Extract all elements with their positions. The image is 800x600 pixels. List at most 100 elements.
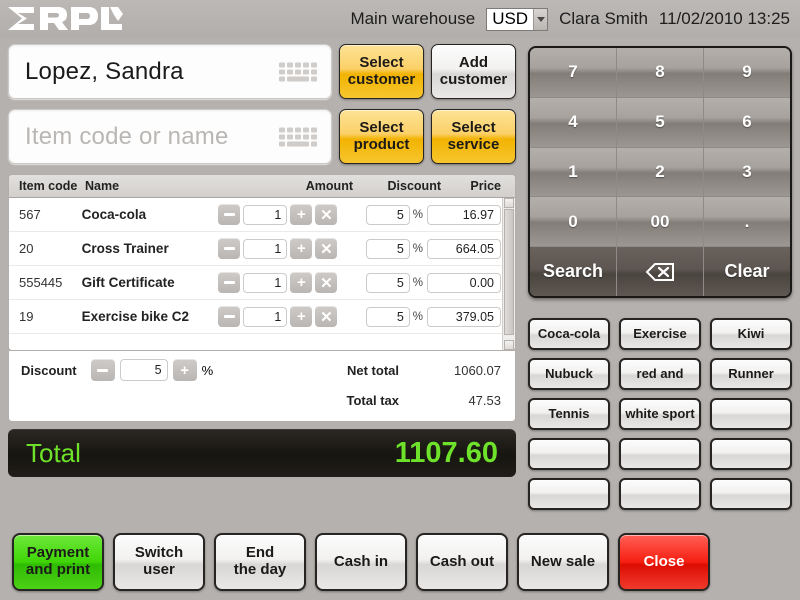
quick-button-empty[interactable] <box>619 438 701 470</box>
item-search-placeholder: Item code or name <box>25 122 229 150</box>
row-price-input[interactable]: 16.97 <box>427 204 501 225</box>
quick-button-empty[interactable] <box>710 478 792 510</box>
cell-name: Coca-cola <box>81 207 147 222</box>
increase-amount-button[interactable]: + <box>290 306 313 327</box>
cash-in-button[interactable]: Cash in <box>315 533 407 591</box>
table-row[interactable]: 567 Coca-cola 1 + ✕ 5% 16.97 <box>9 198 515 232</box>
quick-button-white-sport[interactable]: white sport <box>619 398 701 430</box>
keypad-key-9[interactable]: 9 <box>704 48 790 97</box>
row-percent-symbol: % <box>412 310 423 323</box>
increase-amount-button[interactable]: + <box>290 238 313 259</box>
table-row[interactable]: 20 Cross Trainer 1 + ✕ 5% 664.05 <box>9 232 515 266</box>
discount-input[interactable]: 5 <box>119 359 168 381</box>
customer-input[interactable]: Lopez, Sandra <box>8 44 332 99</box>
keypad-key-2[interactable]: 2 <box>617 147 703 197</box>
decrease-amount-button[interactable] <box>218 238 241 259</box>
chevron-down-icon[interactable] <box>533 8 548 30</box>
increase-amount-button[interactable]: + <box>290 272 313 293</box>
keyboard-icon[interactable] <box>279 62 317 81</box>
decrease-amount-button[interactable] <box>218 204 241 225</box>
decrease-amount-button[interactable] <box>218 306 241 327</box>
amount-input[interactable]: 1 <box>243 204 288 225</box>
amount-input[interactable]: 1 <box>243 238 288 259</box>
quick-button-kiwi[interactable]: Kiwi <box>710 318 792 350</box>
keypad-clear-button[interactable]: Clear <box>704 247 790 296</box>
scroll-down-cap[interactable] <box>504 340 514 350</box>
keypad-key-00[interactable]: 00 <box>617 197 703 247</box>
cell-name: Cross Trainer <box>81 241 169 256</box>
amount-stepper: 1 + ✕ <box>218 238 341 259</box>
select-product-button[interactable]: Select product <box>339 109 424 164</box>
quick-button-empty[interactable] <box>619 478 701 510</box>
keypad-key-4[interactable]: 4 <box>530 97 616 147</box>
discount-stepper: 5 + % <box>90 359 213 381</box>
remove-row-button[interactable]: ✕ <box>315 306 338 327</box>
amount-input[interactable]: 1 <box>243 272 288 293</box>
quick-button-tennis[interactable]: Tennis <box>528 398 610 430</box>
column-header-name: Name <box>85 179 120 193</box>
increase-amount-button[interactable]: + <box>290 204 313 225</box>
row-discount-input[interactable]: 5 <box>365 306 410 327</box>
quick-button-empty[interactable] <box>528 438 610 470</box>
payment-and-print-button[interactable]: Payment and print <box>12 533 104 591</box>
quick-button-nubuck[interactable]: Nubuck <box>528 358 610 390</box>
cash-out-button[interactable]: Cash out <box>416 533 508 591</box>
datetime-label: 11/02/2010 13:25 <box>658 9 790 28</box>
quick-button-runner[interactable]: Runner <box>710 358 792 390</box>
row-discount-input[interactable]: 5 <box>365 238 410 259</box>
keypad-key-5[interactable]: 5 <box>617 97 703 147</box>
quick-button-empty[interactable] <box>710 438 792 470</box>
net-total-value: 1060.07 <box>454 362 501 378</box>
remove-row-button[interactable]: ✕ <box>315 238 338 259</box>
quick-button-empty[interactable] <box>528 478 610 510</box>
currency-select[interactable]: USD <box>486 7 549 31</box>
row-discount: 5% <box>341 306 427 327</box>
keypad-key-0[interactable]: 0 <box>530 197 616 247</box>
discount-decrease-button[interactable] <box>90 359 115 381</box>
keyboard-icon[interactable] <box>279 127 317 146</box>
backspace-icon[interactable] <box>617 247 703 296</box>
quick-button-empty[interactable] <box>710 398 792 430</box>
quick-button-coca-cola[interactable]: Coca-cola <box>528 318 610 350</box>
customer-input-value: Lopez, Sandra <box>25 57 184 85</box>
row-price-input[interactable]: 664.05 <box>427 238 501 259</box>
keypad-key-3[interactable]: 3 <box>704 147 790 197</box>
amount-input[interactable]: 1 <box>243 306 288 327</box>
remove-row-button[interactable]: ✕ <box>315 272 338 293</box>
items-table: Item code Name Amount Discount Price 567… <box>8 174 516 351</box>
quick-button-red-and[interactable]: red and <box>619 358 701 390</box>
item-search-input[interactable]: Item code or name <box>8 109 332 164</box>
table-row[interactable]: 555445 Gift Certificate 1 + ✕ 5% 0.00 <box>9 266 515 300</box>
action-bar: Payment and print Switch user End the day C… <box>12 533 788 593</box>
remove-row-button[interactable]: ✕ <box>315 204 338 225</box>
new-sale-button[interactable]: New sale <box>517 533 609 591</box>
totals-panel: Discount 5 + % Net total 1060.07 Total t… <box>8 351 516 422</box>
keypad-key-1[interactable]: 1 <box>530 147 616 197</box>
row-price-input[interactable]: 379.05 <box>427 306 501 327</box>
scroll-thumb[interactable] <box>504 209 514 335</box>
keypad-key-dot[interactable]: . <box>704 197 790 247</box>
add-customer-button[interactable]: Add customer <box>431 44 516 99</box>
row-discount-input[interactable]: 5 <box>365 272 410 293</box>
amount-stepper: 1 + ✕ <box>218 272 341 293</box>
switch-user-button[interactable]: Switch user <box>113 533 205 591</box>
table-row[interactable]: 19 Exercise bike C2 1 + ✕ 5% 379.05 <box>9 300 515 334</box>
row-percent-symbol: % <box>412 208 423 221</box>
row-price-input[interactable]: 0.00 <box>427 272 501 293</box>
scroll-up-cap[interactable] <box>504 198 514 208</box>
select-service-button[interactable]: Select service <box>431 109 516 164</box>
decrease-amount-button[interactable] <box>218 272 241 293</box>
close-button[interactable]: Close <box>618 533 710 591</box>
discount-increase-button[interactable]: + <box>172 359 197 381</box>
keypad-search-button[interactable]: Search <box>530 247 616 296</box>
app-header: Main warehouse USD Clara Smith 11/02/201… <box>0 0 800 38</box>
row-discount-input[interactable]: 5 <box>365 204 410 225</box>
keypad-key-7[interactable]: 7 <box>530 48 616 97</box>
keypad-key-8[interactable]: 8 <box>617 48 703 97</box>
row-discount: 5% <box>341 238 427 259</box>
end-the-day-button[interactable]: End the day <box>214 533 306 591</box>
items-scrollbar[interactable] <box>502 198 515 350</box>
select-customer-button[interactable]: Select customer <box>339 44 424 99</box>
keypad-key-6[interactable]: 6 <box>704 97 790 147</box>
quick-button-exercise[interactable]: Exercise <box>619 318 701 350</box>
